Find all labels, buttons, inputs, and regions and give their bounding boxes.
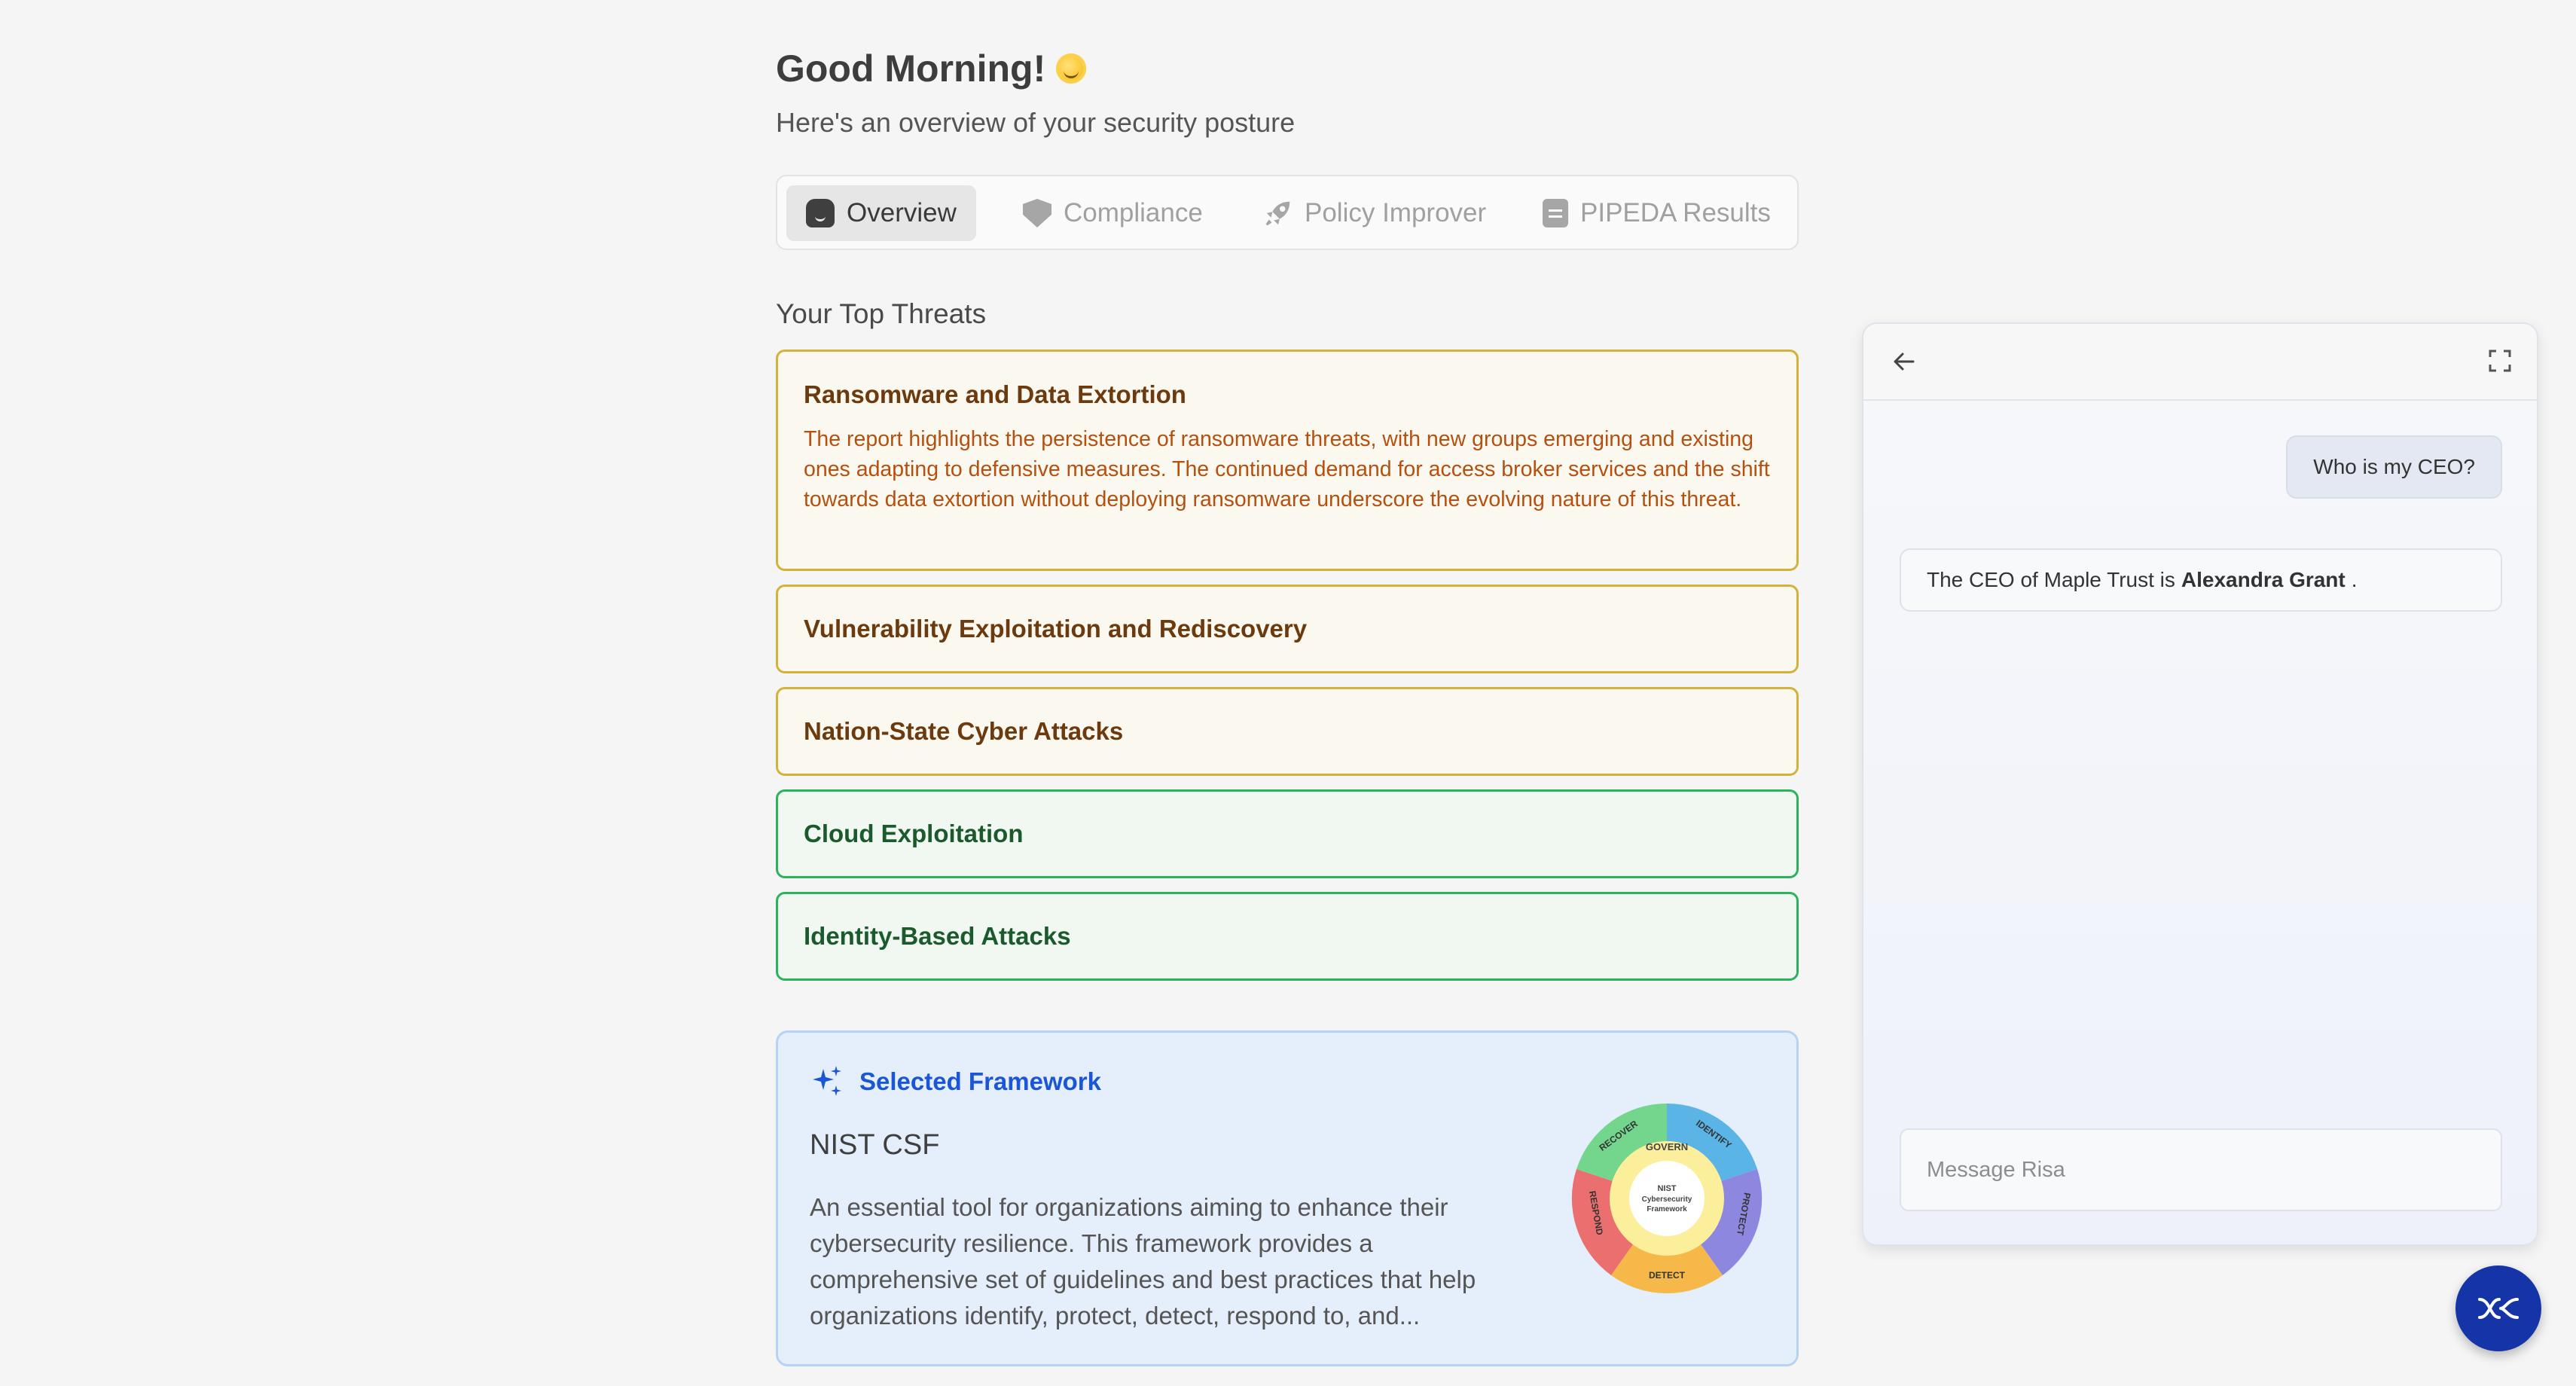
framework-badge: Selected Framework: [810, 1064, 1101, 1099]
tab-pipeda-results[interactable]: PIPEDA Results: [1523, 185, 1790, 241]
framework-badge-label: Selected Framework: [859, 1067, 1101, 1095]
framework-description: An essential tool for organizations aimi…: [810, 1193, 1476, 1330]
assistant-message-name: Alexandra Grant: [2181, 568, 2346, 591]
tab-policy-improver[interactable]: Policy Improver: [1244, 185, 1506, 241]
threat-card-nation-state[interactable]: Nation-State Cyber Attacks: [776, 687, 1799, 776]
tab-label: Policy Improver: [1305, 198, 1487, 227]
user-message: Who is my CEO?: [2286, 435, 2502, 499]
tab-bar: Overview Compliance Policy Improver PIPE…: [776, 175, 1799, 250]
assistant-message: The CEO of Maple Trust is Alexandra Gran…: [1900, 548, 2502, 612]
nist-csf-wheel: GOVERN NIST Cybersecurity Framework IDEN…: [1571, 1103, 1763, 1294]
tab-label: Compliance: [1064, 198, 1203, 227]
framework-name: NIST CSF: [810, 1129, 940, 1161]
threat-title: Nation-State Cyber Attacks: [804, 717, 1124, 745]
wheel-center-line1: NIST: [1657, 1184, 1676, 1193]
threat-title: Cloud Exploitation: [804, 820, 1024, 847]
top-threats-heading: Your Top Threats: [776, 298, 987, 329]
greeting-text: Good Morning!: [776, 47, 1046, 90]
expand-icon[interactable]: [2487, 348, 2513, 374]
govern-label: GOVERN: [1646, 1141, 1688, 1152]
tab-label: Overview: [847, 198, 957, 227]
assistant-launcher-button[interactable]: [2455, 1265, 2541, 1351]
shield-check-icon: [1023, 199, 1051, 227]
threat-title: Ransomware and Data Extortion: [804, 380, 1186, 408]
threat-card-identity[interactable]: Identity-Based Attacks: [776, 892, 1799, 981]
threat-card-cloud[interactable]: Cloud Exploitation: [776, 789, 1799, 878]
threat-card-vulnerability[interactable]: Vulnerability Exploitation and Rediscove…: [776, 585, 1799, 673]
threat-title: Identity-Based Attacks: [804, 922, 1071, 950]
tab-compliance[interactable]: Compliance: [1003, 185, 1222, 241]
greeting-heading: Good Morning!: [776, 47, 1087, 90]
tab-label: PIPEDA Results: [1580, 198, 1771, 227]
assistant-message-end: .: [2351, 568, 2358, 591]
threat-card-ransomware[interactable]: Ransomware and Data Extortion The report…: [776, 350, 1799, 571]
home-icon: [806, 199, 835, 227]
wheel-center-line2: Cybersecurity: [1642, 1195, 1692, 1204]
tab-overview[interactable]: Overview: [786, 185, 976, 241]
sun-smile-icon: [1056, 53, 1087, 84]
page-subtitle: Here's an overview of your security post…: [776, 107, 1296, 138]
threat-description: The report highlights the persistence of…: [804, 427, 1770, 511]
back-arrow-icon[interactable]: [1889, 346, 1919, 377]
detect-label: DETECT: [1649, 1270, 1686, 1281]
chat-header: [1863, 324, 2537, 401]
assistant-message-text: The CEO of Maple Trust is: [1927, 568, 2175, 591]
document-icon: [1543, 199, 1568, 227]
rocket-icon: [1265, 201, 1290, 226]
threat-title: Vulnerability Exploitation and Rediscove…: [804, 615, 1308, 643]
selected-framework-card[interactable]: Selected Framework NIST CSF An essential…: [776, 1030, 1799, 1366]
wheel-center-line3: Framework: [1647, 1205, 1687, 1214]
sparkle-icon: [813, 1066, 841, 1096]
chat-panel: Who is my CEO? The CEO of Maple Trust is…: [1862, 322, 2538, 1246]
assistant-logo-icon: [2478, 1298, 2519, 1319]
chat-message-input[interactable]: [1900, 1128, 2502, 1211]
